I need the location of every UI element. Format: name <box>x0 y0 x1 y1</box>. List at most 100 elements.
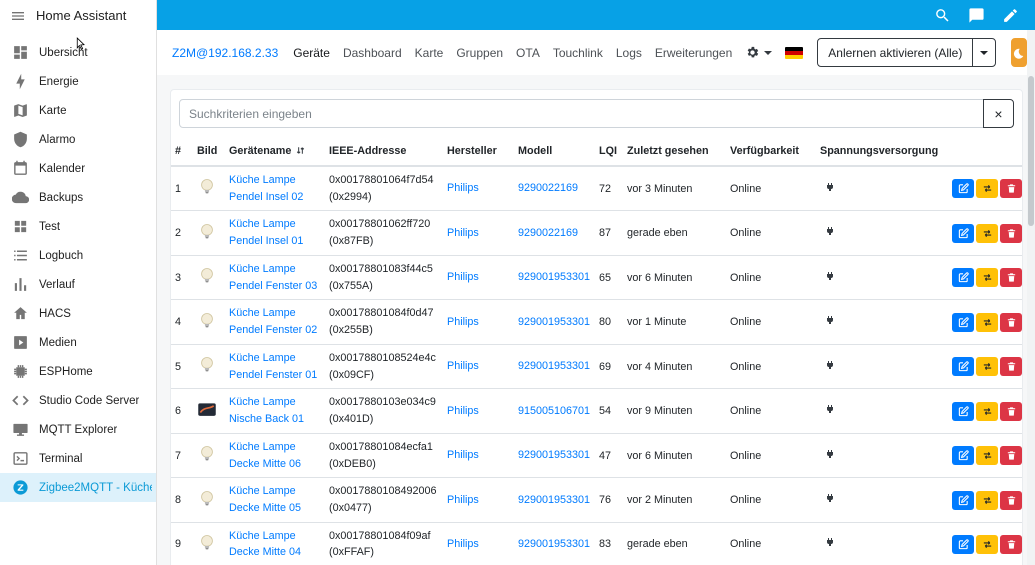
column-header-index[interactable]: # <box>171 137 193 166</box>
rename-device-button[interactable] <box>952 491 974 510</box>
column-header-spannungsversorgung[interactable]: Spannungsversorgung <box>816 137 946 166</box>
nav-geräte[interactable]: Geräte <box>293 46 330 60</box>
sidebar-item-mqtt-explorer[interactable]: MQTT Explorer <box>0 415 156 444</box>
reconfigure-device-button[interactable] <box>976 313 998 332</box>
rename-device-button[interactable] <box>952 313 974 332</box>
clear-search-button[interactable]: × <box>983 99 1014 128</box>
theme-toggle-button[interactable] <box>1011 38 1027 67</box>
rename-device-button[interactable] <box>952 357 974 376</box>
remove-device-button[interactable] <box>1000 179 1022 198</box>
device-name-link[interactable]: Küche LampeDecke Mitte 06 <box>229 439 321 472</box>
page-scrollbar[interactable] <box>1027 30 1035 565</box>
sidebar-item-esphome[interactable]: ESPHome <box>0 357 156 386</box>
column-header-ieee-addresse[interactable]: IEEE-Addresse <box>325 137 443 166</box>
model-link[interactable]: 929001953301 <box>518 360 590 372</box>
sidebar-item-kalender[interactable]: Kalender <box>0 154 156 183</box>
remove-device-button[interactable] <box>1000 268 1022 287</box>
german-flag-icon[interactable] <box>785 47 803 59</box>
scrollbar-thumb[interactable] <box>1028 76 1034 226</box>
model-link[interactable]: 929001953301 <box>518 449 590 461</box>
remove-device-button[interactable] <box>1000 535 1022 554</box>
model-link[interactable]: 915005106701 <box>518 405 590 417</box>
column-header-zuletzt-gesehen[interactable]: Zuletzt gesehen <box>623 137 726 166</box>
reconfigure-device-button[interactable] <box>976 268 998 287</box>
remove-device-button[interactable] <box>1000 446 1022 465</box>
device-name-link[interactable]: Küche LampePendel Insel 02 <box>229 172 321 205</box>
vendor-link[interactable]: Philips <box>447 405 479 417</box>
model-link[interactable]: 9290022169 <box>518 227 578 239</box>
sidebar-item-energie[interactable]: Energie <box>0 67 156 96</box>
sidebar-item-übersicht[interactable]: Übersicht <box>0 38 156 67</box>
rename-device-button[interactable] <box>952 179 974 198</box>
device-name-link[interactable]: Küche LampePendel Fenster 03 <box>229 261 321 294</box>
z2m-brand-link[interactable]: Z2M@192.168.2.33 <box>172 46 278 60</box>
nav-ota[interactable]: OTA <box>516 46 540 60</box>
reconfigure-device-button[interactable] <box>976 224 998 243</box>
device-name-link[interactable]: Küche LampeNische Back 01 <box>229 394 321 427</box>
reconfigure-device-button[interactable] <box>976 535 998 554</box>
sidebar-item-zigbee2mqtt-küche[interactable]: Zigbee2MQTT - Küche <box>0 473 156 502</box>
sidebar-item-test[interactable]: Test <box>0 212 156 241</box>
model-link[interactable]: 929001953301 <box>518 538 590 550</box>
nav-karte[interactable]: Karte <box>415 46 444 60</box>
settings-dropdown-button[interactable] <box>745 45 772 60</box>
column-header-modell[interactable]: Modell <box>514 137 595 166</box>
permit-join-dropdown-toggle[interactable] <box>972 38 996 67</box>
rename-device-button[interactable] <box>952 268 974 287</box>
nav-erweiterungen[interactable]: Erweiterungen <box>655 46 732 60</box>
column-header-lqi[interactable]: LQI <box>595 137 623 166</box>
remove-device-button[interactable] <box>1000 402 1022 421</box>
sidebar-item-hacs[interactable]: HACS <box>0 299 156 328</box>
vendor-link[interactable]: Philips <box>447 271 479 283</box>
reconfigure-device-button[interactable] <box>976 357 998 376</box>
vendor-link[interactable]: Philips <box>447 316 479 328</box>
nav-gruppen[interactable]: Gruppen <box>456 46 503 60</box>
vendor-link[interactable]: Philips <box>447 182 479 194</box>
rename-device-button[interactable] <box>952 535 974 554</box>
device-name-link[interactable]: Küche LampePendel Insel 01 <box>229 216 321 249</box>
device-name-link[interactable]: Küche LampeDecke Mitte 05 <box>229 483 321 516</box>
vendor-link[interactable]: Philips <box>447 227 479 239</box>
model-link[interactable]: 929001953301 <box>518 271 590 283</box>
remove-device-button[interactable] <box>1000 357 1022 376</box>
reconfigure-device-button[interactable] <box>976 491 998 510</box>
device-name-link[interactable]: Küche LampeDecke Mitte 04 <box>229 528 321 561</box>
model-link[interactable]: 9290022169 <box>518 182 578 194</box>
rename-device-button[interactable] <box>952 402 974 421</box>
rename-device-button[interactable] <box>952 446 974 465</box>
remove-device-button[interactable] <box>1000 491 1022 510</box>
nav-dashboard[interactable]: Dashboard <box>343 46 402 60</box>
model-link[interactable]: 929001953301 <box>518 316 590 328</box>
device-search-input[interactable] <box>179 99 984 128</box>
sidebar-item-medien[interactable]: Medien <box>0 328 156 357</box>
permit-join-button[interactable]: Anlernen aktivieren (Alle) <box>817 38 973 67</box>
sidebar-item-logbuch[interactable]: Logbuch <box>0 241 156 270</box>
column-header-verfügbarkeit[interactable]: Verfügbarkeit <box>726 137 816 166</box>
menu-toggle-icon[interactable] <box>10 8 26 24</box>
sidebar-item-verlauf[interactable]: Verlauf <box>0 270 156 299</box>
search-icon[interactable] <box>934 7 951 24</box>
column-header-bild[interactable]: Bild <box>193 137 225 166</box>
reconfigure-device-button[interactable] <box>976 179 998 198</box>
vendor-link[interactable]: Philips <box>447 538 479 550</box>
edit-dashboard-icon[interactable] <box>1002 7 1019 24</box>
sidebar-item-studio-code-server[interactable]: Studio Code Server <box>0 386 156 415</box>
sidebar-item-terminal[interactable]: Terminal <box>0 444 156 473</box>
sidebar-item-alarmo[interactable]: Alarmo <box>0 125 156 154</box>
model-link[interactable]: 929001953301 <box>518 494 590 506</box>
vendor-link[interactable]: Philips <box>447 494 479 506</box>
nav-touchlink[interactable]: Touchlink <box>553 46 603 60</box>
column-header-gerätename[interactable]: Gerätename <box>225 137 325 166</box>
sidebar-item-backups[interactable]: Backups <box>0 183 156 212</box>
remove-device-button[interactable] <box>1000 224 1022 243</box>
nav-logs[interactable]: Logs <box>616 46 642 60</box>
remove-device-button[interactable] <box>1000 313 1022 332</box>
reconfigure-device-button[interactable] <box>976 402 998 421</box>
vendor-link[interactable]: Philips <box>447 449 479 461</box>
sidebar-item-karte[interactable]: Karte <box>0 96 156 125</box>
device-name-link[interactable]: Küche LampePendel Fenster 01 <box>229 350 321 383</box>
vendor-link[interactable]: Philips <box>447 360 479 372</box>
assist-chat-icon[interactable] <box>968 7 985 24</box>
reconfigure-device-button[interactable] <box>976 446 998 465</box>
column-header-hersteller[interactable]: Hersteller <box>443 137 514 166</box>
